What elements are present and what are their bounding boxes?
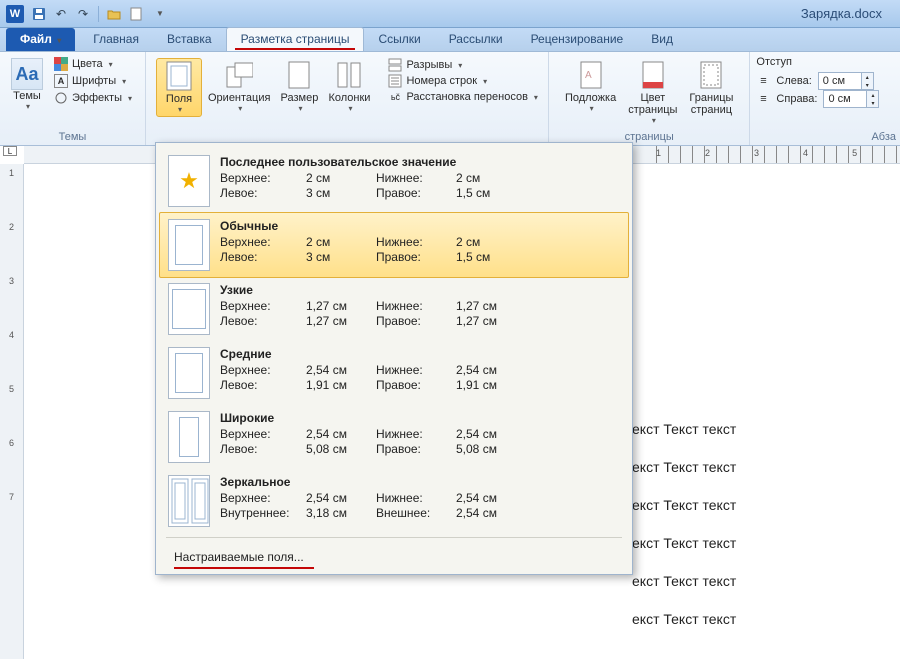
group-themes: Aa Темы▾ Цвета▾ AШрифты▾ Эффекты▾ Темы [0, 52, 146, 145]
ruler-corner-marker: L [3, 146, 17, 156]
page-borders-icon [697, 60, 725, 90]
margin-preset-item[interactable]: ★Последнее пользовательское значениеВерх… [160, 149, 628, 213]
size-button[interactable]: Размер▾ [276, 58, 322, 117]
qat-more-icon[interactable]: ▼ [151, 5, 169, 23]
themes-icon: Aa [11, 58, 43, 90]
highlight-underline [235, 48, 356, 50]
margin-preset-title: Узкие [220, 283, 620, 297]
margins-button[interactable]: Поля▾ [156, 58, 202, 117]
indent-heading: Отступ [756, 56, 879, 68]
paragraph-group-label-trunc: Абза [871, 131, 896, 143]
group-page-setup-2: Разрывы▾ Номера строк▾ ьčРасстановка пер… [378, 52, 549, 145]
group-label-page-bg: страницы [555, 129, 743, 143]
margin-preset-item[interactable]: УзкиеВерхнее:1,27 смНижнее:1,27 смЛевое:… [160, 277, 628, 341]
indent-left-input[interactable]: 0 см▴▾ [818, 72, 874, 90]
indent-right-input[interactable]: 0 см▴▾ [823, 90, 879, 108]
custom-margins-button[interactable]: Настраиваемые поля... [160, 542, 628, 572]
tab-view[interactable]: Вид [637, 28, 687, 51]
tab-insert[interactable]: Вставка [153, 28, 226, 51]
margin-preset-title: Обычные [220, 219, 620, 233]
margin-preset-thumbnail [168, 347, 210, 399]
margin-preset-title: Средние [220, 347, 620, 361]
tab-page-layout[interactable]: Разметка страницы [226, 27, 365, 51]
tab-file[interactable]: Файл ▾ [6, 28, 75, 51]
tab-review[interactable]: Рецензирование [517, 28, 638, 51]
line-numbers-icon [388, 74, 402, 88]
group-indent: Отступ ≡ Слева: 0 см▴▾ ≡ Справа: 0 см▴▾ [750, 52, 885, 145]
columns-icon [335, 60, 363, 90]
hyphenation-button[interactable]: ьčРасстановка переносов▾ [388, 90, 538, 104]
themes-button[interactable]: Aa Темы▾ [6, 56, 48, 113]
title-bar: W ↶ ↷ ▼ Зарядка.docx [0, 0, 900, 28]
margin-preset-thumbnail: ★ [168, 155, 210, 207]
margin-preset-item[interactable]: ОбычныеВерхнее:2 смНижнее:2 смЛевое:3 см… [159, 212, 629, 278]
page-borders-button[interactable]: Границы страниц [685, 58, 737, 127]
watermark-button[interactable]: A Подложка▾ [561, 58, 620, 127]
orientation-button[interactable]: Ориентация▾ [204, 58, 274, 117]
line-numbers-button[interactable]: Номера строк▾ [388, 74, 538, 88]
margin-preset-thumbnail [168, 283, 210, 335]
theme-colors-button[interactable]: Цвета▾ [52, 56, 134, 72]
margin-preset-thumbnail [168, 219, 210, 271]
qat-separator [98, 6, 99, 22]
group-label-themes: Темы [6, 129, 139, 143]
group-page-background: A Подложка▾ Цвет страницы▾ Границы стран… [549, 52, 750, 145]
highlight-underline [174, 567, 314, 569]
svg-text:A: A [585, 70, 592, 81]
tab-references[interactable]: Ссылки [364, 28, 434, 51]
columns-button[interactable]: Колонки▾ [324, 58, 374, 117]
ribbon-tabs: Файл ▾ Главная Вставка Разметка страницы… [0, 28, 900, 52]
group-page-setup: Поля▾ Ориентация▾ Размер▾ Колонки▾ [146, 52, 378, 145]
document-text: екст Текст текстекст Текст текстекст Тек… [632, 410, 736, 638]
tab-home[interactable]: Главная [79, 28, 153, 51]
breaks-button[interactable]: Разрывы▾ [388, 58, 538, 72]
hyphenation-icon: ьč [388, 90, 402, 104]
tab-mailings[interactable]: Рассылки [435, 28, 517, 51]
theme-fonts-button[interactable]: AШрифты▾ [52, 73, 134, 89]
indent-right-row: ≡ Справа: 0 см▴▾ [756, 90, 879, 108]
margin-preset-thumbnail [168, 411, 210, 463]
margin-preset-item[interactable]: ЗеркальноеВерхнее:2,54 смНижнее:2,54 смВ… [160, 469, 628, 533]
qat-redo-icon[interactable]: ↷ [74, 5, 92, 23]
quick-access-toolbar: ↶ ↷ ▼ [30, 5, 169, 23]
ribbon: Aa Темы▾ Цвета▾ AШрифты▾ Эффекты▾ Темы П… [0, 52, 900, 146]
theme-effects-button[interactable]: Эффекты▾ [52, 90, 134, 106]
page-color-icon [639, 60, 667, 90]
margin-preset-title: Зеркальное [220, 475, 620, 489]
dropdown-separator [166, 537, 622, 538]
qat-open-icon[interactable] [105, 5, 123, 23]
indent-left-row: ≡ Слева: 0 см▴▾ [756, 72, 879, 90]
colors-icon [54, 57, 68, 71]
margins-dropdown: ★Последнее пользовательское значениеВерх… [155, 142, 633, 575]
indent-right-icon: ≡ [756, 92, 770, 106]
breaks-icon [388, 58, 402, 72]
margins-icon [165, 61, 193, 91]
effects-icon [54, 91, 68, 105]
page-color-button[interactable]: Цвет страницы▾ [624, 58, 681, 127]
margin-preset-item[interactable]: ШирокиеВерхнее:2,54 смНижнее:2,54 смЛево… [160, 405, 628, 469]
qat-save-icon[interactable] [30, 5, 48, 23]
document-title: Зарядка.docx [801, 6, 882, 21]
vertical-ruler[interactable]: 1234567 [0, 164, 24, 659]
margin-preset-thumbnail [168, 475, 210, 527]
indent-right-label: Справа: [776, 93, 817, 105]
margin-preset-title: Широкие [220, 411, 620, 425]
fonts-icon: A [54, 74, 68, 88]
size-icon [285, 60, 313, 90]
watermark-icon: A [577, 60, 605, 90]
qat-new-icon[interactable] [127, 5, 145, 23]
indent-left-label: Слева: [776, 75, 811, 87]
qat-undo-icon[interactable]: ↶ [52, 5, 70, 23]
margin-preset-item[interactable]: СредниеВерхнее:2,54 смНижнее:2,54 смЛево… [160, 341, 628, 405]
orientation-icon [225, 60, 253, 90]
margin-preset-title: Последнее пользовательское значение [220, 155, 620, 169]
word-app-icon: W [6, 5, 24, 23]
indent-left-icon: ≡ [756, 74, 770, 88]
